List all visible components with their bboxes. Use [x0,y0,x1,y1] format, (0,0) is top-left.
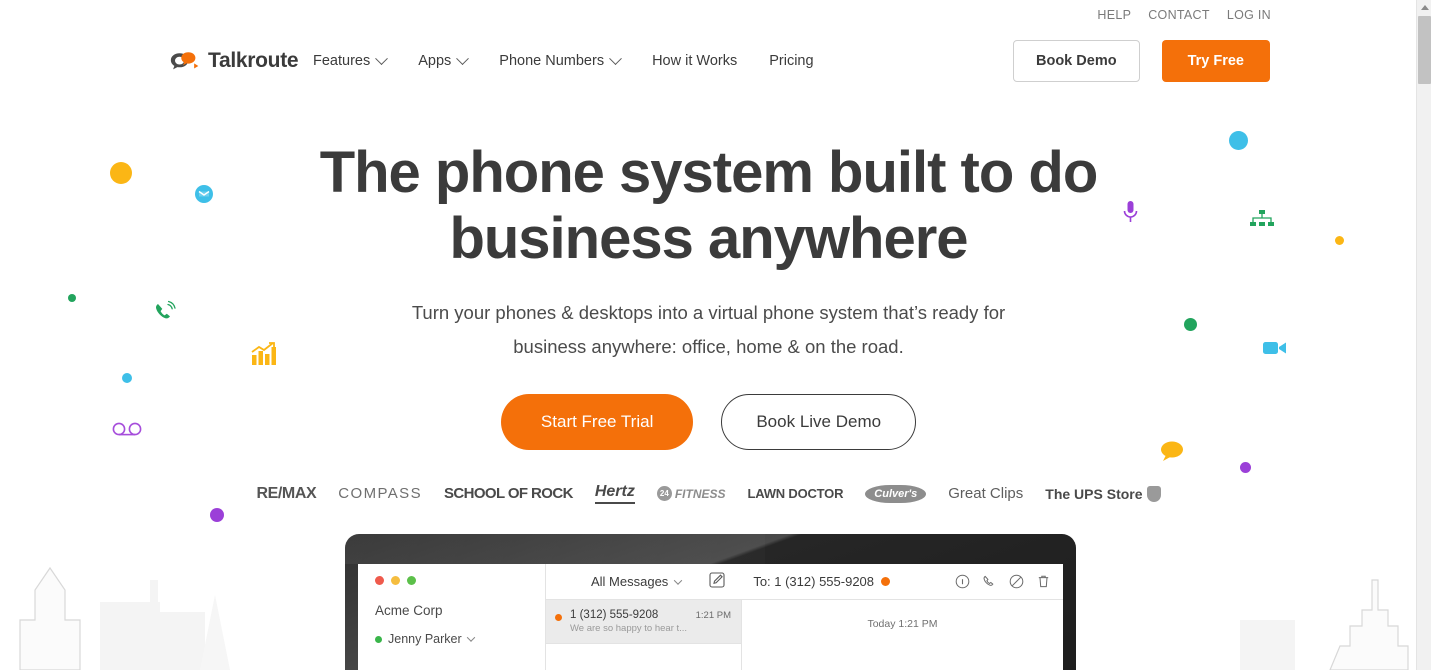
header-cta-group: Book Demo Try Free [1013,40,1270,82]
utility-nav: HELP CONTACT LOG IN [1097,8,1271,22]
book-demo-button[interactable]: Book Demo [1013,40,1140,82]
client-logo-strip: RE/MAX COMPASS SCHOOL OF ROCK Hertz 24 F… [0,483,1417,504]
nav-item-apps[interactable]: Apps [418,51,470,69]
laptop-gloss [345,534,765,564]
message-header: 1 (312) 555-9208 1:21 PM [570,609,731,621]
logo-hertz: Hertz [594,483,635,504]
recipient-field[interactable]: To: 1 (312) 555-9208 [753,574,891,589]
app-main: All Messages To: 1 (312) 555-9208 1 (312… [546,564,1063,670]
conversation-timestamp: Today 1:21 PM [867,618,938,630]
chevron-down-icon [674,575,683,585]
hero-section: The phone system built to do business an… [0,140,1417,450]
message-number: 1 (312) 555-9208 [570,609,659,621]
unread-indicator-icon [555,614,562,621]
message-list: 1 (312) 555-9208 1:21 PM We are so happy… [546,600,742,670]
utility-link-login[interactable]: LOG IN [1227,8,1271,22]
app-toolbar: All Messages To: 1 (312) 555-9208 [546,564,1063,600]
nav-label-features: Features [313,53,371,69]
logo-school-of-rock: SCHOOL OF ROCK [443,485,573,502]
online-status-icon [375,635,382,643]
laptop-mockup: Acme Corp Jenny Parker All Messages To: … [345,534,1076,670]
nav-label-pricing: Pricing [769,53,814,69]
compose-button[interactable] [709,572,725,591]
brand-logo[interactable]: Talkroute [166,49,299,73]
chevron-down-icon [456,51,470,65]
fitness-badge-icon: 24 [656,486,672,501]
logo-ups-store: The UPS Store [1045,485,1161,502]
compose-pencil-icon [709,572,725,588]
purple-dot-icon [210,508,224,522]
logo-lawn-doctor: LAWN DOCTOR [747,486,844,501]
nav-label-apps: Apps [418,53,452,69]
scroll-up-arrow-icon[interactable] [1417,0,1431,14]
brand-name: Talkroute [208,49,299,72]
message-time: 1:21 PM [695,610,731,621]
app-sidebar: Acme Corp Jenny Parker [358,564,546,670]
main-nav: Features Apps Phone Numbers How it Works… [313,51,814,69]
recipient-label: To: 1 (312) 555-9208 [753,574,875,589]
chevron-down-icon [375,51,389,65]
recipient-status-icon [881,577,891,586]
nav-item-how-it-works[interactable]: How it Works [652,53,737,69]
list-item[interactable] [546,644,741,670]
nav-label-how-it-works: How it Works [652,53,738,69]
laptop-screen: Acme Corp Jenny Parker All Messages To: … [358,564,1063,670]
org-name: Acme Corp [375,603,443,618]
conversation-actions [955,574,1051,589]
ups-shield-icon [1146,485,1161,502]
maximize-window-icon[interactable] [407,576,416,585]
close-window-icon[interactable] [375,576,384,585]
nav-item-pricing[interactable]: Pricing [769,53,813,69]
list-item[interactable]: 1 (312) 555-9208 1:21 PM We are so happy… [546,600,741,644]
site-header: Talkroute Features Apps Phone Numbers Ho… [0,36,1417,86]
logo-great-clips: Great Clips [948,485,1024,502]
page-scrollbar[interactable] [1416,0,1431,670]
nav-item-phone-numbers[interactable]: Phone Numbers [499,51,622,69]
logo-culvers: Culver's [865,484,927,503]
logo-remax: RE/MAX [256,484,317,502]
hero-subtitle: Turn your phones & desktops into a virtu… [411,302,1006,357]
start-free-trial-button[interactable]: Start Free Trial [500,394,694,450]
book-live-demo-button[interactable]: Book Live Demo [721,394,917,450]
talkroute-app: Acme Corp Jenny Parker All Messages To: … [358,564,1063,670]
utility-link-contact[interactable]: CONTACT [1148,8,1210,22]
talkroute-logo-icon [170,52,199,70]
try-free-button[interactable]: Try Free [1161,40,1270,82]
nav-item-features[interactable]: Features [313,51,389,69]
page-root: HELP CONTACT LOG IN Talkroute Features A… [0,0,1431,670]
phone-icon[interactable] [982,574,997,589]
scrollbar-thumb[interactable] [1418,16,1431,84]
messages-filter-label: All Messages [591,574,669,589]
app-body: 1 (312) 555-9208 1:21 PM We are so happy… [546,600,1063,670]
block-icon[interactable] [1009,574,1024,589]
logo-compass: COMPASS [338,485,422,502]
logo-24-fitness: 24 FITNESS [656,486,726,501]
message-preview: We are so happy to hear t... [570,623,688,634]
conversation-pane: Today 1:21 PM [742,600,1063,670]
chevron-down-icon [609,51,622,65]
current-user-name: Jenny Parker [388,632,462,646]
chevron-down-icon [466,633,475,642]
window-traffic-lights [375,576,528,585]
page-title: The phone system built to do business an… [319,140,1099,271]
info-icon[interactable] [955,574,970,589]
utility-link-help[interactable]: HELP [1097,8,1131,22]
purple-dot-icon [1240,462,1251,473]
messages-filter-dropdown[interactable]: All Messages [591,574,683,589]
message-content: 1 (312) 555-9208 1:21 PM We are so happy… [570,609,731,634]
minimize-window-icon[interactable] [391,576,400,585]
trash-icon[interactable] [1036,574,1051,589]
nav-label-phone-numbers: Phone Numbers [499,53,605,69]
current-user-row[interactable]: Jenny Parker [375,632,528,646]
hero-cta-group: Start Free Trial Book Live Demo [0,394,1417,450]
